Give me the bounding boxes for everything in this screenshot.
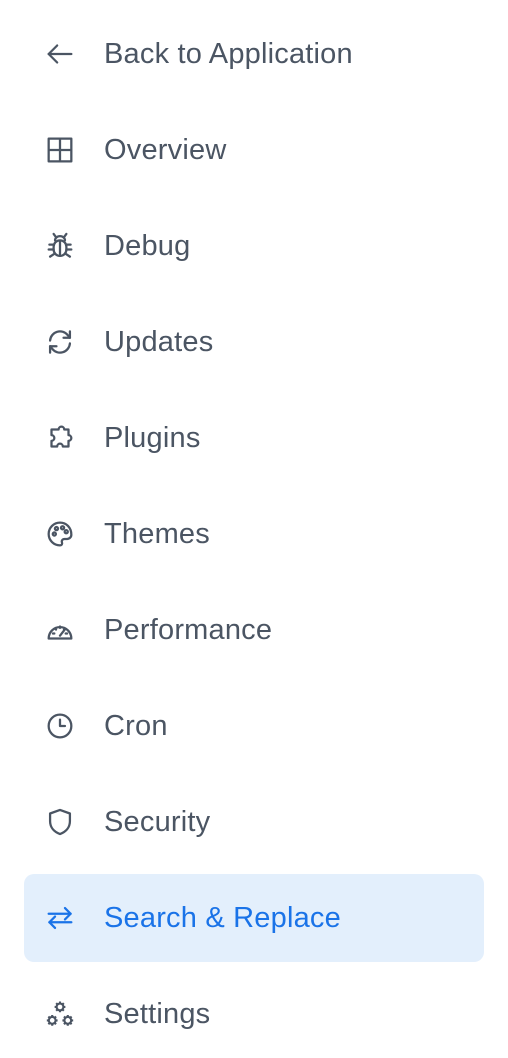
nav-item-label: Security [104,806,211,838]
nav-item-updates[interactable]: Updates [24,298,484,386]
arrows-exchange-icon [42,902,78,934]
puzzle-icon [42,422,78,454]
clock-icon [42,710,78,742]
nav-item-label: Settings [104,998,211,1030]
nav-item-overview[interactable]: Overview [24,106,484,194]
nav-item-security[interactable]: Security [24,778,484,866]
nav-item-label: Performance [104,614,273,646]
nav-item-cron[interactable]: Cron [24,682,484,770]
nav-item-themes[interactable]: Themes [24,490,484,578]
nav-item-settings[interactable]: Settings [24,970,484,1058]
arrow-left-icon [42,38,78,70]
nav-item-label: Plugins [104,422,201,454]
grid-icon [42,134,78,166]
cogs-icon [42,998,78,1030]
nav-item-plugins[interactable]: Plugins [24,394,484,482]
sidebar-nav: Back to Application Overview Debug Updat… [0,0,508,1056]
nav-item-label: Updates [104,326,214,358]
shield-icon [42,806,78,838]
nav-item-label: Overview [104,134,227,166]
nav-item-search-replace[interactable]: Search & Replace [24,874,484,962]
nav-item-back-to-application[interactable]: Back to Application [24,10,484,98]
nav-item-label: Back to Application [104,38,353,70]
nav-item-label: Search & Replace [104,902,341,934]
palette-icon [42,518,78,550]
nav-item-label: Cron [104,710,168,742]
nav-item-label: Debug [104,230,191,262]
bug-icon [42,230,78,262]
refresh-icon [42,326,78,358]
speedometer-icon [42,614,78,646]
nav-item-label: Themes [104,518,210,550]
nav-item-debug[interactable]: Debug [24,202,484,290]
nav-item-performance[interactable]: Performance [24,586,484,674]
